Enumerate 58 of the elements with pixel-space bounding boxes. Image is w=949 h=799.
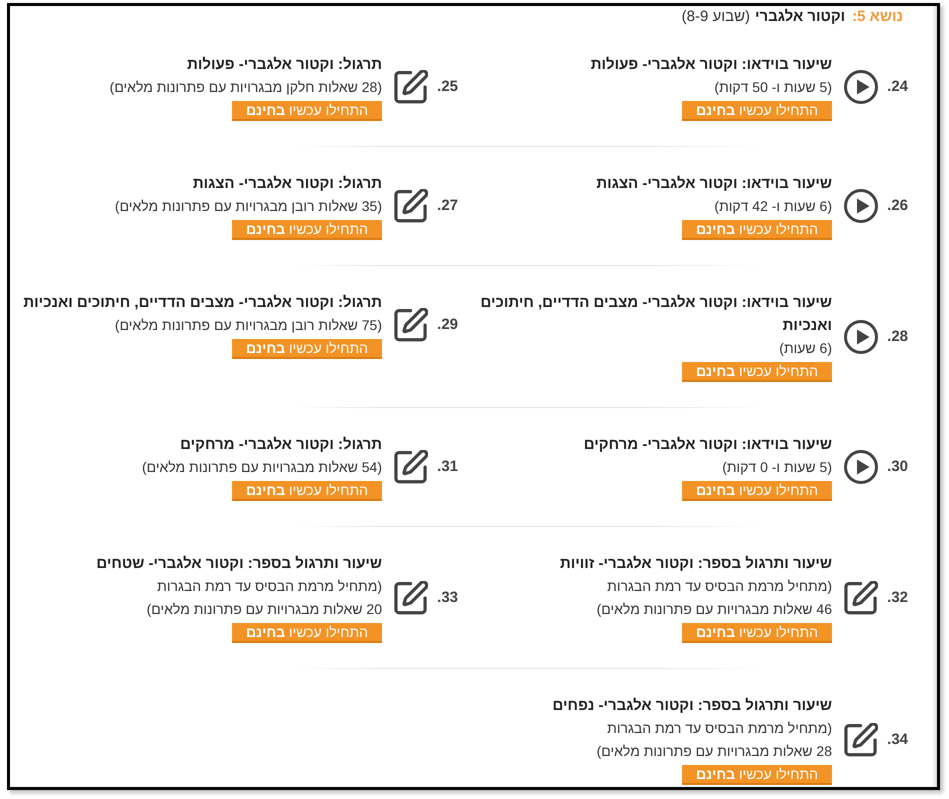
start-free-button[interactable]: התחילו עכשיו בחינם: [682, 101, 832, 121]
item-number: 32.: [886, 588, 908, 608]
item-title: שיעור בוידאו: וקטור אלגברי- הצגות: [596, 174, 832, 194]
item-number: 30.: [886, 457, 908, 477]
edit-icon: [394, 308, 428, 342]
item-details: (5 שעות ו- 0 דקות): [722, 458, 832, 477]
item-number: 31.: [436, 457, 458, 477]
start-free-button[interactable]: התחילו עכשיו בחינם: [682, 481, 832, 501]
start-free-button[interactable]: התחילו עכשיו בחינם: [682, 362, 832, 382]
item-details: (6 שעות): [779, 339, 832, 358]
item-number: 29.: [436, 315, 458, 335]
edit-icon: [394, 70, 428, 104]
item-title: שיעור ותרגול בספר: וקטור אלגברי- זוויות: [560, 554, 832, 574]
item-number: 26.: [886, 196, 908, 216]
edit-icon: [844, 580, 878, 614]
start-free-button[interactable]: התחילו עכשיו בחינם: [232, 220, 382, 240]
edit-icon: [844, 722, 878, 756]
item-title: תרגול: וקטור אלגברי- הצגות: [192, 174, 382, 194]
edit-icon: [394, 580, 428, 614]
topic-title: וקטור אלגברי: [755, 7, 846, 27]
item-title: תרגול: וקטור אלגברי- מצבים הדדיים, חיתוכים ואנכיות: [23, 293, 382, 313]
start-free-button[interactable]: התחילו עכשיו בחינם: [682, 765, 832, 785]
edit-icon: [394, 189, 428, 223]
start-free-button[interactable]: התחילו עכשיו בחינם: [232, 339, 382, 359]
start-free-button[interactable]: התחילו עכשיו בחינם: [682, 623, 832, 643]
item-details: (מתחיל מרמת הבסיס עד רמת הבגרות 46 שאלות מבגרויות עם פתרונות מלאים): [596, 577, 832, 619]
start-free-button[interactable]: התחילו עכשיו בחינם: [682, 220, 832, 240]
item-title: תרגול: וקטור אלגברי- פעולות: [187, 55, 382, 75]
item-title: שיעור ותרגול בספר: וקטור אלגברי- נפחים: [552, 696, 832, 716]
play-icon: [844, 450, 878, 484]
topic-label: נושא 5:: [852, 7, 903, 27]
item-number: 33.: [436, 588, 458, 608]
play-icon: [844, 320, 878, 354]
play-icon: [844, 70, 878, 104]
play-icon: [844, 189, 878, 223]
item-number: 28.: [886, 326, 908, 346]
item-details: (6 שעות ו- 42 דקות): [714, 197, 832, 216]
item-title: שיעור בוידאו: וקטור אלגברי- מצבים הדדיים, חיתוכים ואנכיות: [480, 293, 832, 336]
item-title: שיעור בוידאו: וקטור אלגברי- מרחקים: [584, 435, 832, 455]
item-details: (5 שעות ו- 50 דקות): [714, 78, 832, 97]
item-details: (מתחיל מרמת הבסיס עד רמת הבגרות 28 שאלות מבגרויות עם פתרונות מלאים): [596, 719, 832, 761]
item-number: 27.: [436, 196, 458, 216]
item-details: (35 שאלות רובן מבגרויות עם פתרונות מלאים): [114, 197, 382, 216]
start-free-button[interactable]: התחילו עכשיו בחינם: [232, 623, 382, 643]
item-details: (מתחיל מרמת הבסיס עד רמת הבגרות 20 שאלות מבגרויות עם פתרונות מלאים): [146, 577, 382, 619]
item-number: 25.: [436, 77, 458, 97]
item-title: תרגול: וקטור אלגברי- מרחקים: [180, 435, 382, 455]
item-details: (54 שאלות מבגרויות עם פתרונות מלאים): [142, 458, 382, 477]
start-free-button[interactable]: התחילו עכשיו בחינם: [232, 101, 382, 121]
item-details: (28 שאלות חלקן מבגרויות עם פתרונות מלאים): [110, 78, 382, 97]
edit-icon: [394, 450, 428, 484]
item-title: שיעור בוידאו: וקטור אלגברי- פעולות: [590, 55, 832, 75]
item-number: 34.: [886, 730, 908, 750]
item-title: שיעור ותרגול בספר: וקטור אלגברי- שטחים: [96, 554, 382, 574]
start-free-button[interactable]: התחילו עכשיו בחינם: [232, 481, 382, 501]
topic-weeks: (שבוע 8-9): [682, 7, 750, 27]
item-details: (75 שאלות רובן מבגרויות עם פתרונות מלאים): [114, 316, 382, 335]
item-number: 24.: [886, 77, 908, 97]
